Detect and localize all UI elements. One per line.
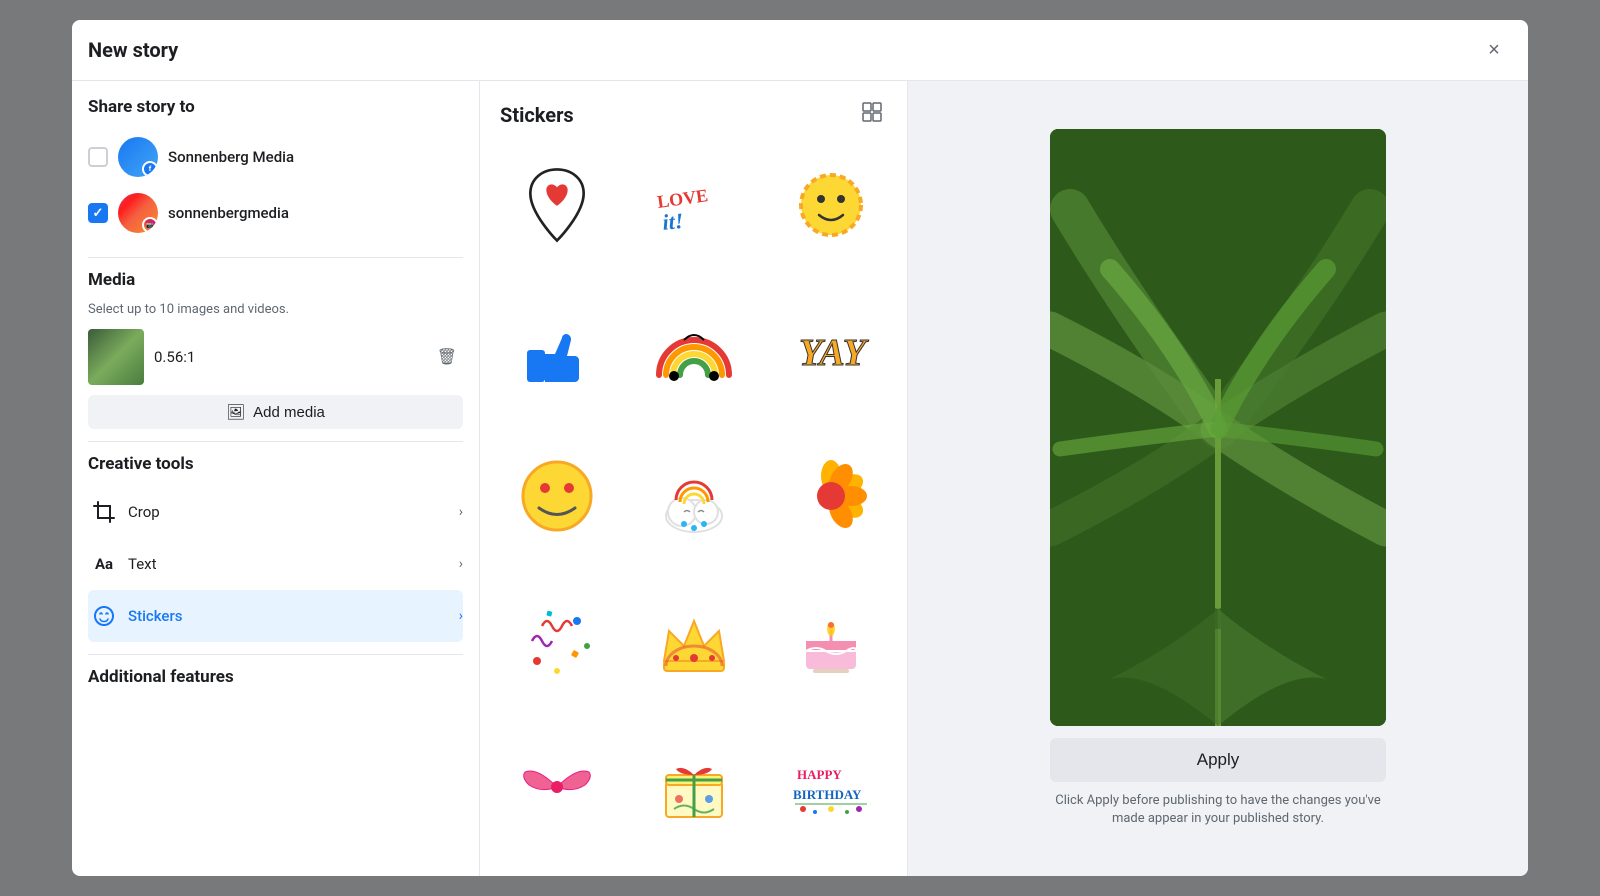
right-panel: Apply Click Apply before publishing to h… xyxy=(908,81,1528,876)
text-icon: Aa xyxy=(88,548,120,580)
svg-text:LOVE: LOVE xyxy=(655,185,708,212)
facebook-account-name: Sonnenberg Media xyxy=(168,148,294,166)
modal-overlay[interactable]: New story × Share story to f Sonnenberg … xyxy=(0,0,1600,896)
crop-icon xyxy=(88,496,120,528)
new-story-modal: New story × Share story to f Sonnenberg … xyxy=(72,20,1528,876)
media-section-title: Media xyxy=(88,270,463,290)
sticker-item-yay[interactable]: YAY xyxy=(766,290,895,410)
thumbnail-image xyxy=(88,329,144,385)
sticker-item-rainbow1[interactable] xyxy=(629,290,758,410)
add-media-button[interactable]: 🖼 Add media xyxy=(88,395,463,429)
stickers-title: Stickers xyxy=(500,103,574,127)
svg-text:HAPPY: HAPPY xyxy=(797,767,842,782)
tool-item-crop[interactable]: Crop › xyxy=(88,486,463,538)
media-item: 0.56:1 🗑 xyxy=(88,329,463,385)
facebook-checkbox[interactable] xyxy=(88,147,108,167)
divider-2 xyxy=(88,441,463,442)
creative-tools-section: Creative tools Crop › xyxy=(88,454,463,642)
media-thumbnail xyxy=(88,329,144,385)
crop-arrow: › xyxy=(459,504,463,520)
sticker-item-rainbow-cloud[interactable] xyxy=(629,436,758,556)
add-media-label: Add media xyxy=(253,404,325,421)
facebook-badge: f xyxy=(142,161,158,177)
modal-title: New story xyxy=(88,38,178,62)
sticker-item-happy-birthday[interactable]: HAPPY BIRTHDAY xyxy=(766,727,895,847)
share-list: f Sonnenberg Media 📷 sonnenbergmedia xyxy=(88,129,463,241)
sticker-item-confetti[interactable] xyxy=(492,581,621,701)
media-subtitle: Select up to 10 images and videos. xyxy=(88,302,463,317)
svg-text:YAY: YAY xyxy=(799,332,870,374)
text-arrow: › xyxy=(459,556,463,572)
stickers-label: Stickers xyxy=(128,607,459,625)
sticker-item-heart-pin[interactable] xyxy=(492,145,621,265)
sticker-item-sun[interactable] xyxy=(766,145,895,265)
add-media-icon: 🖼 xyxy=(226,403,245,421)
tool-item-stickers[interactable]: Stickers › xyxy=(88,590,463,642)
apply-button[interactable]: Apply xyxy=(1050,738,1386,782)
facebook-avatar: f xyxy=(118,137,158,177)
svg-text:BIRTHDAY: BIRTHDAY xyxy=(793,787,862,802)
sticker-item-cake[interactable] xyxy=(766,581,895,701)
creative-tools-title: Creative tools xyxy=(88,454,463,474)
share-section-title: Share story to xyxy=(88,97,463,117)
delete-media-button[interactable]: 🗑 xyxy=(431,341,463,373)
sticker-item-thumbsup[interactable] xyxy=(492,290,621,410)
sticker-item-crown[interactable] xyxy=(629,581,758,701)
media-ratio: 0.56:1 xyxy=(154,348,421,366)
instagram-account-name: sonnenbergmedia xyxy=(168,204,289,222)
sticker-item-gift[interactable] xyxy=(629,727,758,847)
close-button[interactable]: × xyxy=(1476,32,1512,68)
additional-features-section: Additional features xyxy=(88,667,463,687)
divider-3 xyxy=(88,654,463,655)
svg-text:it!: it! xyxy=(661,208,684,235)
sticker-item-smiley[interactable] xyxy=(492,436,621,556)
sticker-item-flower[interactable] xyxy=(766,436,895,556)
modal-body: Share story to f Sonnenberg Media xyxy=(72,81,1528,876)
share-item-instagram[interactable]: 📷 sonnenbergmedia xyxy=(88,185,463,241)
middle-panel: Stickers xyxy=(480,81,908,876)
stickers-grid-button[interactable] xyxy=(857,97,887,133)
crop-label: Crop xyxy=(128,503,459,521)
sticker-item-bow[interactable] xyxy=(492,727,621,847)
tool-item-text[interactable]: Aa Text › xyxy=(88,538,463,590)
stickers-icon xyxy=(88,600,120,632)
share-item-facebook[interactable]: f Sonnenberg Media xyxy=(88,129,463,185)
stickers-arrow: › xyxy=(459,608,463,624)
divider-1 xyxy=(88,257,463,258)
left-panel: Share story to f Sonnenberg Media xyxy=(72,81,480,876)
instagram-badge: 📷 xyxy=(142,217,158,233)
stickers-header: Stickers xyxy=(480,81,907,145)
modal-header: New story × xyxy=(72,20,1528,81)
additional-features-title: Additional features xyxy=(88,667,463,687)
text-label: Text xyxy=(128,555,459,573)
story-preview xyxy=(1050,129,1386,726)
stickers-grid: LOVE it! xyxy=(480,145,907,876)
instagram-checkbox[interactable] xyxy=(88,203,108,223)
apply-hint: Click Apply before publishing to have th… xyxy=(1050,792,1386,828)
sticker-item-love-it[interactable]: LOVE it! xyxy=(629,145,758,265)
instagram-avatar: 📷 xyxy=(118,193,158,233)
